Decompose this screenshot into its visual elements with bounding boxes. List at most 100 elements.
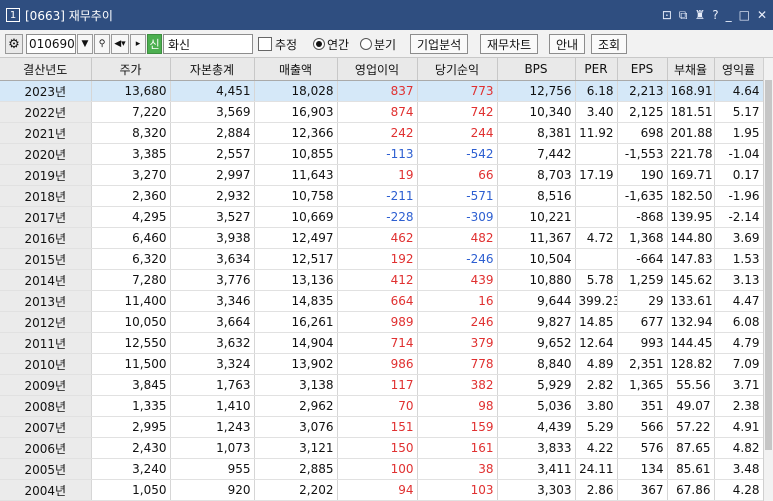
table-row[interactable]: 2011년 12,550 3,632 14,904 714 379 9,652 12.64 99…: [0, 332, 764, 354]
restore-icon[interactable]: ⊡: [662, 8, 672, 22]
column-header[interactable]: 부채율: [667, 58, 715, 81]
column-header[interactable]: 주가: [91, 58, 171, 81]
table-cell: 3,833: [497, 437, 576, 459]
table-row[interactable]: 2004년 1,050 920 2,202 94 103 3,303 2.86 367 67.86…: [0, 479, 764, 501]
table-cell: 201.88: [667, 122, 715, 144]
column-header[interactable]: 영업이익: [337, 58, 418, 81]
table-row[interactable]: 2008년 1,335 1,410 2,962 70 98 5,036 3.80 351 49.0…: [0, 395, 764, 417]
column-header[interactable]: 당기순익: [417, 58, 498, 81]
company-analysis-button[interactable]: 기업분석: [410, 34, 469, 54]
table-cell: 16,903: [254, 101, 338, 123]
table-cell: 3,632: [170, 332, 255, 354]
stock-code-input[interactable]: 010690: [26, 34, 76, 54]
year-cell: 2009년: [0, 374, 92, 396]
table-cell: 103: [417, 479, 498, 501]
scroll-thumb[interactable]: [765, 80, 772, 450]
table-cell: 993: [617, 332, 668, 354]
close-icon[interactable]: ✕: [757, 8, 767, 22]
table-cell: 1,368: [617, 227, 668, 249]
table-cell: 773: [417, 80, 498, 102]
maximize-icon[interactable]: □: [739, 8, 750, 22]
gear-icon[interactable]: ⚙: [5, 34, 23, 54]
table-row[interactable]: 2022년 7,220 3,569 16,903 874 742 10,340 3.40 2,1…: [0, 101, 764, 123]
table-cell: 4.28: [714, 479, 764, 501]
speaker-icon[interactable]: ◀▾: [111, 34, 129, 54]
link-window-icon[interactable]: ⧉: [679, 8, 688, 23]
search-icon[interactable]: ⚲: [94, 34, 110, 54]
column-header[interactable]: 매출액: [254, 58, 338, 81]
next-stock-button[interactable]: ▸: [130, 34, 146, 54]
estimate-checkbox[interactable]: [258, 37, 272, 51]
table-cell: 3.69: [714, 227, 764, 249]
header-row: 결산년도 주가 자본총계 매출액 영업이익 당기순익 BPS PER EPS 부채율 영익률: [0, 58, 764, 81]
table-cell: 100: [337, 458, 418, 480]
table-row[interactable]: 2018년 2,360 2,932 10,758 -211 -571 8,516 -1,635…: [0, 185, 764, 207]
table-cell: 10,758: [254, 185, 338, 207]
table-cell: 144.80: [667, 227, 715, 249]
table-row[interactable]: 2009년 3,845 1,763 3,138 117 382 5,929 2.82 1,365…: [0, 374, 764, 396]
code-dropdown-button[interactable]: ▼: [77, 34, 93, 54]
yearly-radio[interactable]: [313, 38, 325, 50]
table-row[interactable]: 2020년 3,385 2,557 10,855 -113 -542 7,442 -1,553…: [0, 143, 764, 165]
table-cell: 698: [617, 122, 668, 144]
table-cell: 4,295: [91, 206, 171, 228]
estimate-label: 추정: [275, 37, 298, 52]
table-cell: 133.61: [667, 290, 715, 312]
table-cell: 2,213: [617, 80, 668, 102]
table-cell: 2,884: [170, 122, 255, 144]
year-cell: 2019년: [0, 164, 92, 186]
table-cell: 8,381: [497, 122, 576, 144]
stock-name-field[interactable]: 화신: [163, 34, 253, 54]
column-header[interactable]: PER: [575, 58, 618, 81]
column-header[interactable]: 결산년도: [0, 58, 92, 81]
table-row[interactable]: 2013년 11,400 3,346 14,835 664 16 9,644 399.23 29…: [0, 290, 764, 312]
year-cell: 2004년: [0, 479, 92, 501]
financial-chart-button[interactable]: 재무차트: [480, 34, 539, 54]
table-cell: 2.86: [575, 479, 618, 501]
column-header[interactable]: EPS: [617, 58, 668, 81]
pin-icon[interactable]: ♜: [694, 8, 705, 22]
table-cell: 382: [417, 374, 498, 396]
table-cell: 182.50: [667, 185, 715, 207]
table-row[interactable]: 2010년 11,500 3,324 13,902 986 778 8,840 4.89 2,3…: [0, 353, 764, 375]
table-cell: 49.07: [667, 395, 715, 417]
table-row[interactable]: 2016년 6,460 3,938 12,497 462 482 11,367 4.72 1,3…: [0, 227, 764, 249]
year-cell: 2011년: [0, 332, 92, 354]
guide-button[interactable]: 안내: [549, 34, 586, 54]
table-row[interactable]: 2007년 2,995 1,243 3,076 151 159 4,439 5.29 566 57…: [0, 416, 764, 438]
table-cell: 12,550: [91, 332, 171, 354]
table-cell: 2,962: [254, 395, 338, 417]
table-cell: 439: [417, 269, 498, 291]
table-cell: 4.79: [714, 332, 764, 354]
table-cell: 351: [617, 395, 668, 417]
year-cell: 2012년: [0, 311, 92, 333]
table-row[interactable]: 2012년 10,050 3,664 16,261 989 246 9,827 14.85 67…: [0, 311, 764, 333]
table-cell: 19: [337, 164, 418, 186]
table-row[interactable]: 2023년 13,680 4,451 18,028 837 773 12,756 6.18 2,…: [0, 80, 764, 102]
table-row[interactable]: 2021년 8,320 2,884 12,366 242 244 8,381 11.92 698…: [0, 122, 764, 144]
table-cell: 66: [417, 164, 498, 186]
table-cell: 1,335: [91, 395, 171, 417]
table-cell: 4.72: [575, 227, 618, 249]
column-header[interactable]: 영익률: [714, 58, 764, 81]
help-icon[interactable]: ?: [712, 8, 718, 22]
column-header[interactable]: 자본총계: [170, 58, 255, 81]
year-cell: 2005년: [0, 458, 92, 480]
query-button[interactable]: 조회: [591, 34, 628, 54]
table-cell: 3,138: [254, 374, 338, 396]
quarterly-radio[interactable]: [360, 38, 372, 50]
table-row[interactable]: 2014년 7,280 3,776 13,136 412 439 10,880 5.78 1,2…: [0, 269, 764, 291]
vertical-scrollbar[interactable]: [763, 58, 773, 501]
table-cell: 2,932: [170, 185, 255, 207]
table-row[interactable]: 2019년 3,270 2,997 11,643 19 66 8,703 17.19 190 16…: [0, 164, 764, 186]
table-row[interactable]: 2015년 6,320 3,634 12,517 192 -246 10,504 -664 14…: [0, 248, 764, 270]
table-row[interactable]: 2006년 2,430 1,073 3,121 150 161 3,833 4.22 576 87…: [0, 437, 764, 459]
column-header[interactable]: BPS: [497, 58, 576, 81]
table-row[interactable]: 2005년 3,240 955 2,885 100 38 3,411 24.11 134 85.6…: [0, 458, 764, 480]
table-row[interactable]: 2017년 4,295 3,527 10,669 -228 -309 10,221 -868 1…: [0, 206, 764, 228]
table-cell: 11.92: [575, 122, 618, 144]
table-cell: 10,340: [497, 101, 576, 123]
table-cell: 3.48: [714, 458, 764, 480]
table-cell: 989: [337, 311, 418, 333]
minimize-icon[interactable]: _: [726, 8, 732, 22]
